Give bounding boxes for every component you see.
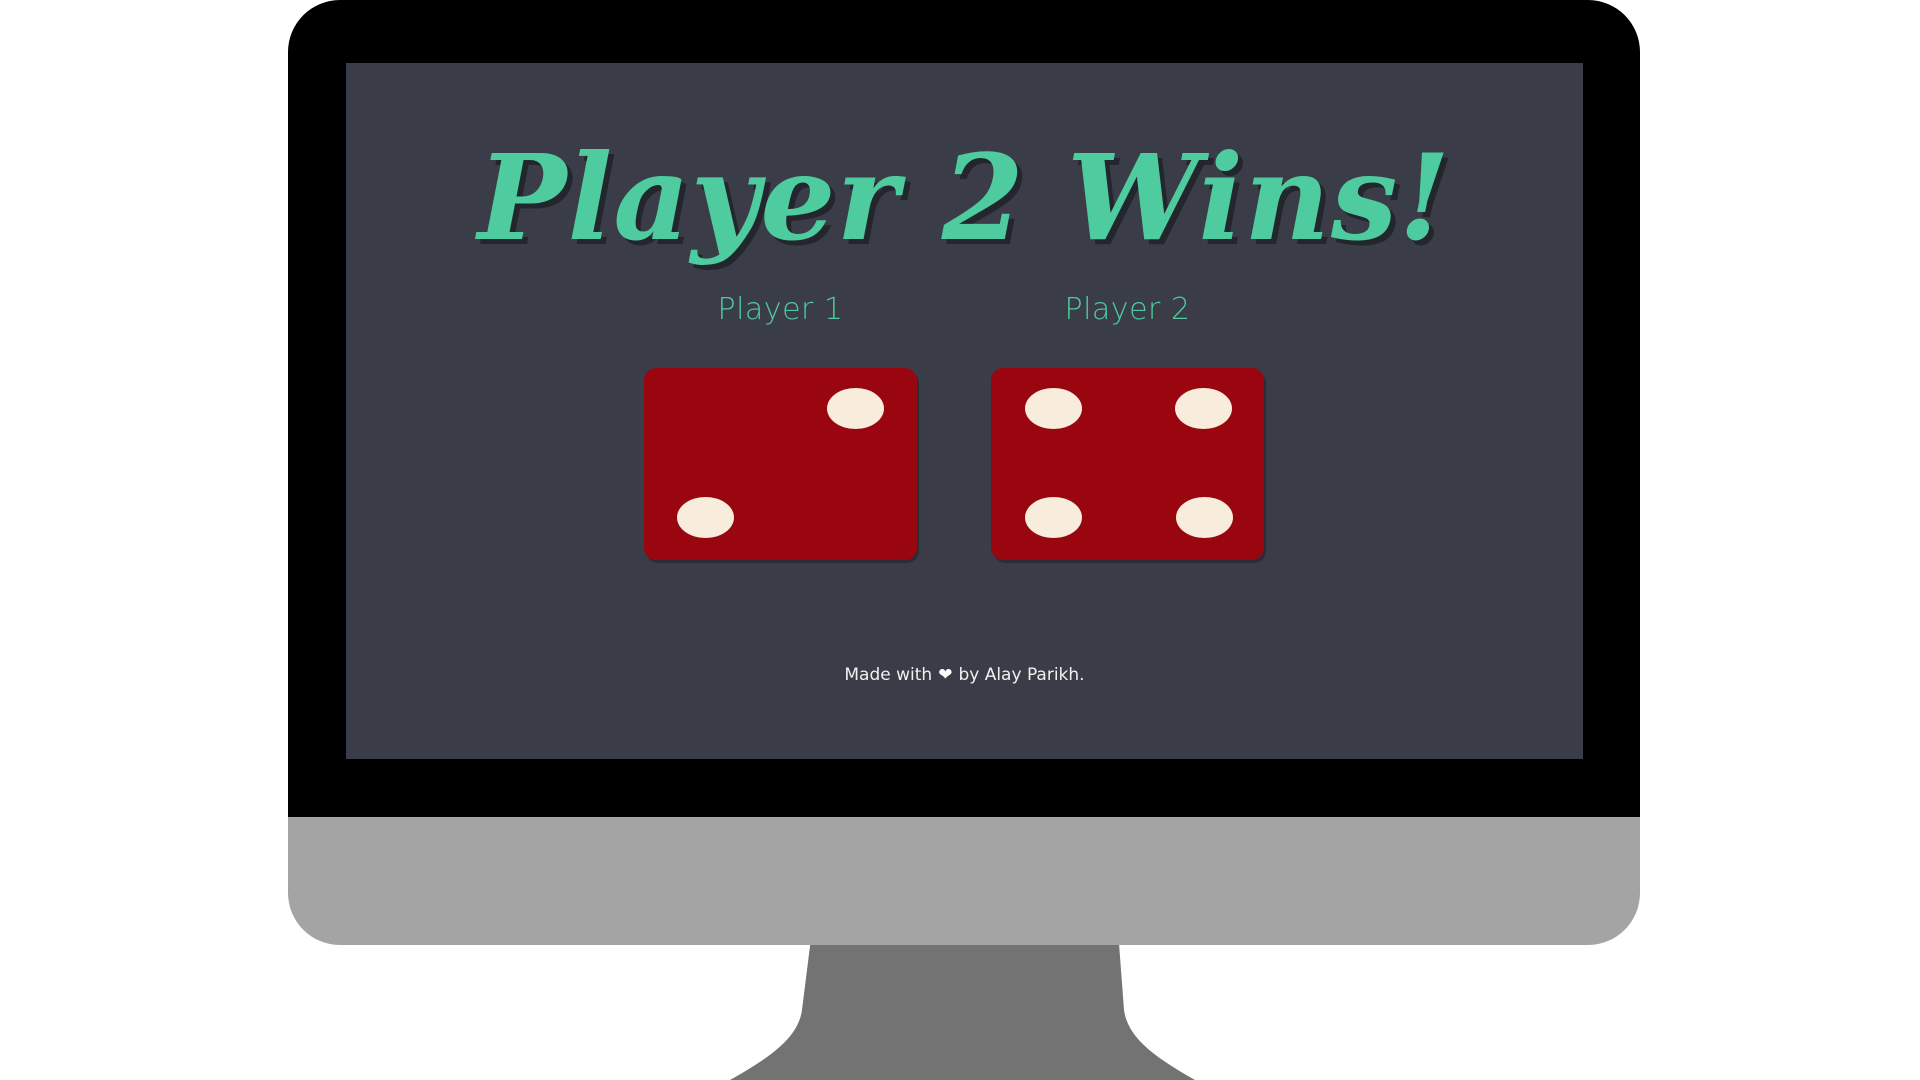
die-pip xyxy=(1025,497,1082,538)
desktop-monitor-illustration: Player 2 Wins! Player 1 Player 2 Made wi… xyxy=(0,0,1920,1080)
footer-suffix: by Alay Parikh. xyxy=(958,665,1085,685)
player-1-die xyxy=(644,368,917,560)
die-pip xyxy=(1175,388,1232,429)
heart-icon: ❤ xyxy=(938,665,953,685)
dice-game-screen: Player 2 Wins! Player 1 Player 2 Made wi… xyxy=(346,63,1583,759)
player-2-die xyxy=(991,368,1264,560)
player-1-label: Player 1 xyxy=(717,292,844,327)
player-2-label: Player 2 xyxy=(1064,292,1191,327)
die-pip xyxy=(1176,497,1233,538)
die-pip xyxy=(827,388,884,429)
footer-prefix: Made with xyxy=(844,665,933,685)
die-pip xyxy=(1025,388,1082,429)
footer-credit: Made with ❤ by Alay Parikh. xyxy=(346,663,1583,687)
monitor-chin xyxy=(288,817,1640,945)
result-title: Player 2 Wins! xyxy=(477,128,1452,267)
die-pip xyxy=(677,497,734,538)
